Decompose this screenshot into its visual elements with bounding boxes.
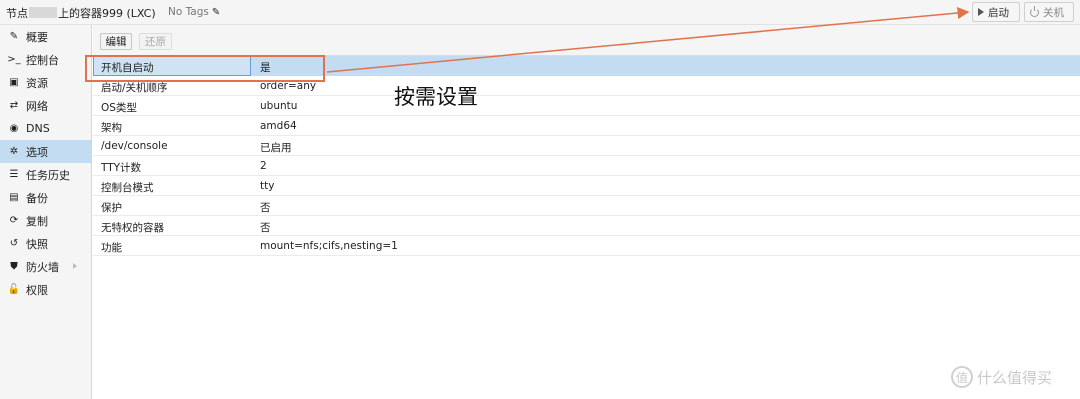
sidebar-item-replication[interactable]: ⟳ 复制: [0, 209, 91, 232]
exchange-icon: ⇄: [9, 100, 19, 111]
sidebar-item-console[interactable]: >_ 控制台: [0, 48, 91, 71]
sidebar-item-label: 选项: [26, 145, 48, 159]
option-value: mount=nfs;cifs,nesting=1: [260, 240, 398, 252]
sidebar-item-snapshots[interactable]: ↺ 快照: [0, 232, 91, 255]
sidebar-item-label: 资源: [26, 76, 48, 90]
tags-label: No Tags: [168, 6, 209, 18]
table-row[interactable]: 架构 amd64: [93, 116, 1080, 136]
annotation-note: 按需设置: [394, 85, 478, 109]
sidebar-item-backup[interactable]: ▤ 备份: [0, 186, 91, 209]
terminal-icon: >_: [7, 54, 21, 65]
sidebar: ✎ 概要 >_ 控制台 ▣ 资源 ⇄ 网络 ◉ DNS ✲ 选项 ☰ 任务历史 …: [0, 25, 92, 399]
list-icon: ☰: [9, 169, 19, 180]
cube-icon: ▣: [9, 77, 19, 88]
table-row[interactable]: 保护 否: [93, 196, 1080, 216]
option-value: 已启用: [260, 142, 292, 154]
option-key: 控制台模式: [101, 182, 154, 194]
option-value: 是: [260, 62, 271, 74]
sidebar-item-resources[interactable]: ▣ 资源: [0, 71, 91, 94]
option-key: OS类型: [101, 102, 137, 114]
shutdown-button-label: 关机: [1043, 6, 1064, 19]
option-value: ubuntu: [260, 100, 298, 112]
sidebar-item-dns[interactable]: ◉ DNS: [0, 117, 91, 140]
retweet-icon: ⟳: [9, 215, 19, 226]
tags-area[interactable]: No Tags ✎: [168, 6, 220, 18]
table-row[interactable]: 功能 mount=nfs;cifs,nesting=1: [93, 236, 1080, 256]
sidebar-item-label: 概要: [26, 30, 48, 44]
book-icon: ✎: [9, 31, 19, 42]
table-row[interactable]: 无特权的容器 否: [93, 216, 1080, 236]
unlock-icon: 🔓: [7, 284, 21, 295]
start-button-label: 启动: [988, 6, 1009, 19]
page-title: 节点 上的容器999 (LXC): [6, 5, 156, 21]
globe-icon: ◉: [9, 123, 19, 134]
sidebar-item-label: 任务历史: [26, 168, 70, 182]
site-logo-icon: 值: [951, 366, 973, 388]
table-row[interactable]: 控制台模式 tty: [93, 176, 1080, 196]
table-row[interactable]: 开机自启动 是: [93, 56, 1080, 76]
watermark: 值 什么值得买: [951, 366, 1052, 388]
option-value: 2: [260, 160, 267, 172]
options-toolbar: 编辑 还原: [93, 25, 1080, 56]
history-icon: ↺: [9, 238, 19, 249]
chevron-right-icon[interactable]: [73, 263, 77, 269]
sidebar-item-label: 复制: [26, 214, 48, 228]
sidebar-item-label: 备份: [26, 191, 48, 205]
option-key: 功能: [101, 242, 122, 254]
power-icon: [1030, 5, 1039, 17]
sidebar-item-summary[interactable]: ✎ 概要: [0, 25, 91, 48]
options-grid: 开机自启动 是 启动/关机顺序 order=any OS类型 ubuntu 架构…: [93, 56, 1080, 256]
option-value: 否: [260, 222, 271, 234]
table-row[interactable]: TTY计数 2: [93, 156, 1080, 176]
option-key: 启动/关机顺序: [101, 82, 168, 94]
option-key: 无特权的容器: [101, 222, 164, 234]
edit-button[interactable]: 编辑: [100, 33, 132, 50]
pencil-icon[interactable]: ✎: [212, 7, 220, 18]
sidebar-item-label: 防火墙: [26, 260, 59, 274]
table-row[interactable]: /dev/console 已启用: [93, 136, 1080, 156]
window-header: 节点 上的容器999 (LXC) No Tags ✎ 启动 关机: [0, 0, 1080, 25]
floppy-icon: ▤: [9, 192, 19, 203]
option-value: order=any: [260, 80, 317, 92]
title-prefix: 节点: [6, 7, 28, 20]
sidebar-item-label: DNS: [26, 122, 50, 135]
sidebar-item-task-history[interactable]: ☰ 任务历史: [0, 163, 91, 186]
options-panel: 编辑 还原 开机自启动 是 启动/关机顺序 order=any OS类型 ubu…: [93, 25, 1080, 399]
gear-icon: ✲: [9, 146, 19, 157]
sidebar-item-options[interactable]: ✲ 选项: [0, 140, 91, 163]
redacted-node-name: [29, 7, 57, 18]
watermark-text: 什么值得买: [977, 368, 1053, 387]
sidebar-item-label: 控制台: [26, 53, 59, 67]
option-key: 保护: [101, 202, 122, 214]
title-suffix: 上的容器999 (LXC): [58, 7, 156, 20]
sidebar-item-network[interactable]: ⇄ 网络: [0, 94, 91, 117]
option-key: 架构: [101, 122, 122, 134]
table-row[interactable]: 启动/关机顺序 order=any: [93, 76, 1080, 96]
shield-icon: ⛊: [10, 261, 18, 272]
option-key: TTY计数: [101, 162, 142, 174]
table-row[interactable]: OS类型 ubuntu: [93, 96, 1080, 116]
sidebar-item-firewall[interactable]: ⛊ 防火墙: [0, 255, 91, 278]
option-value: 否: [260, 202, 271, 214]
sidebar-item-permissions[interactable]: 🔓 权限: [0, 278, 91, 301]
option-value: tty: [260, 180, 275, 192]
start-button[interactable]: 启动: [972, 2, 1020, 22]
sidebar-item-label: 网络: [26, 99, 48, 113]
shutdown-button[interactable]: 关机: [1024, 2, 1074, 22]
sidebar-item-label: 权限: [26, 283, 48, 297]
option-value: amd64: [260, 120, 297, 132]
revert-button[interactable]: 还原: [139, 33, 172, 50]
option-key: /dev/console: [101, 140, 168, 152]
play-icon: [978, 8, 984, 16]
sidebar-item-label: 快照: [26, 237, 48, 251]
option-key: 开机自启动: [101, 62, 154, 74]
